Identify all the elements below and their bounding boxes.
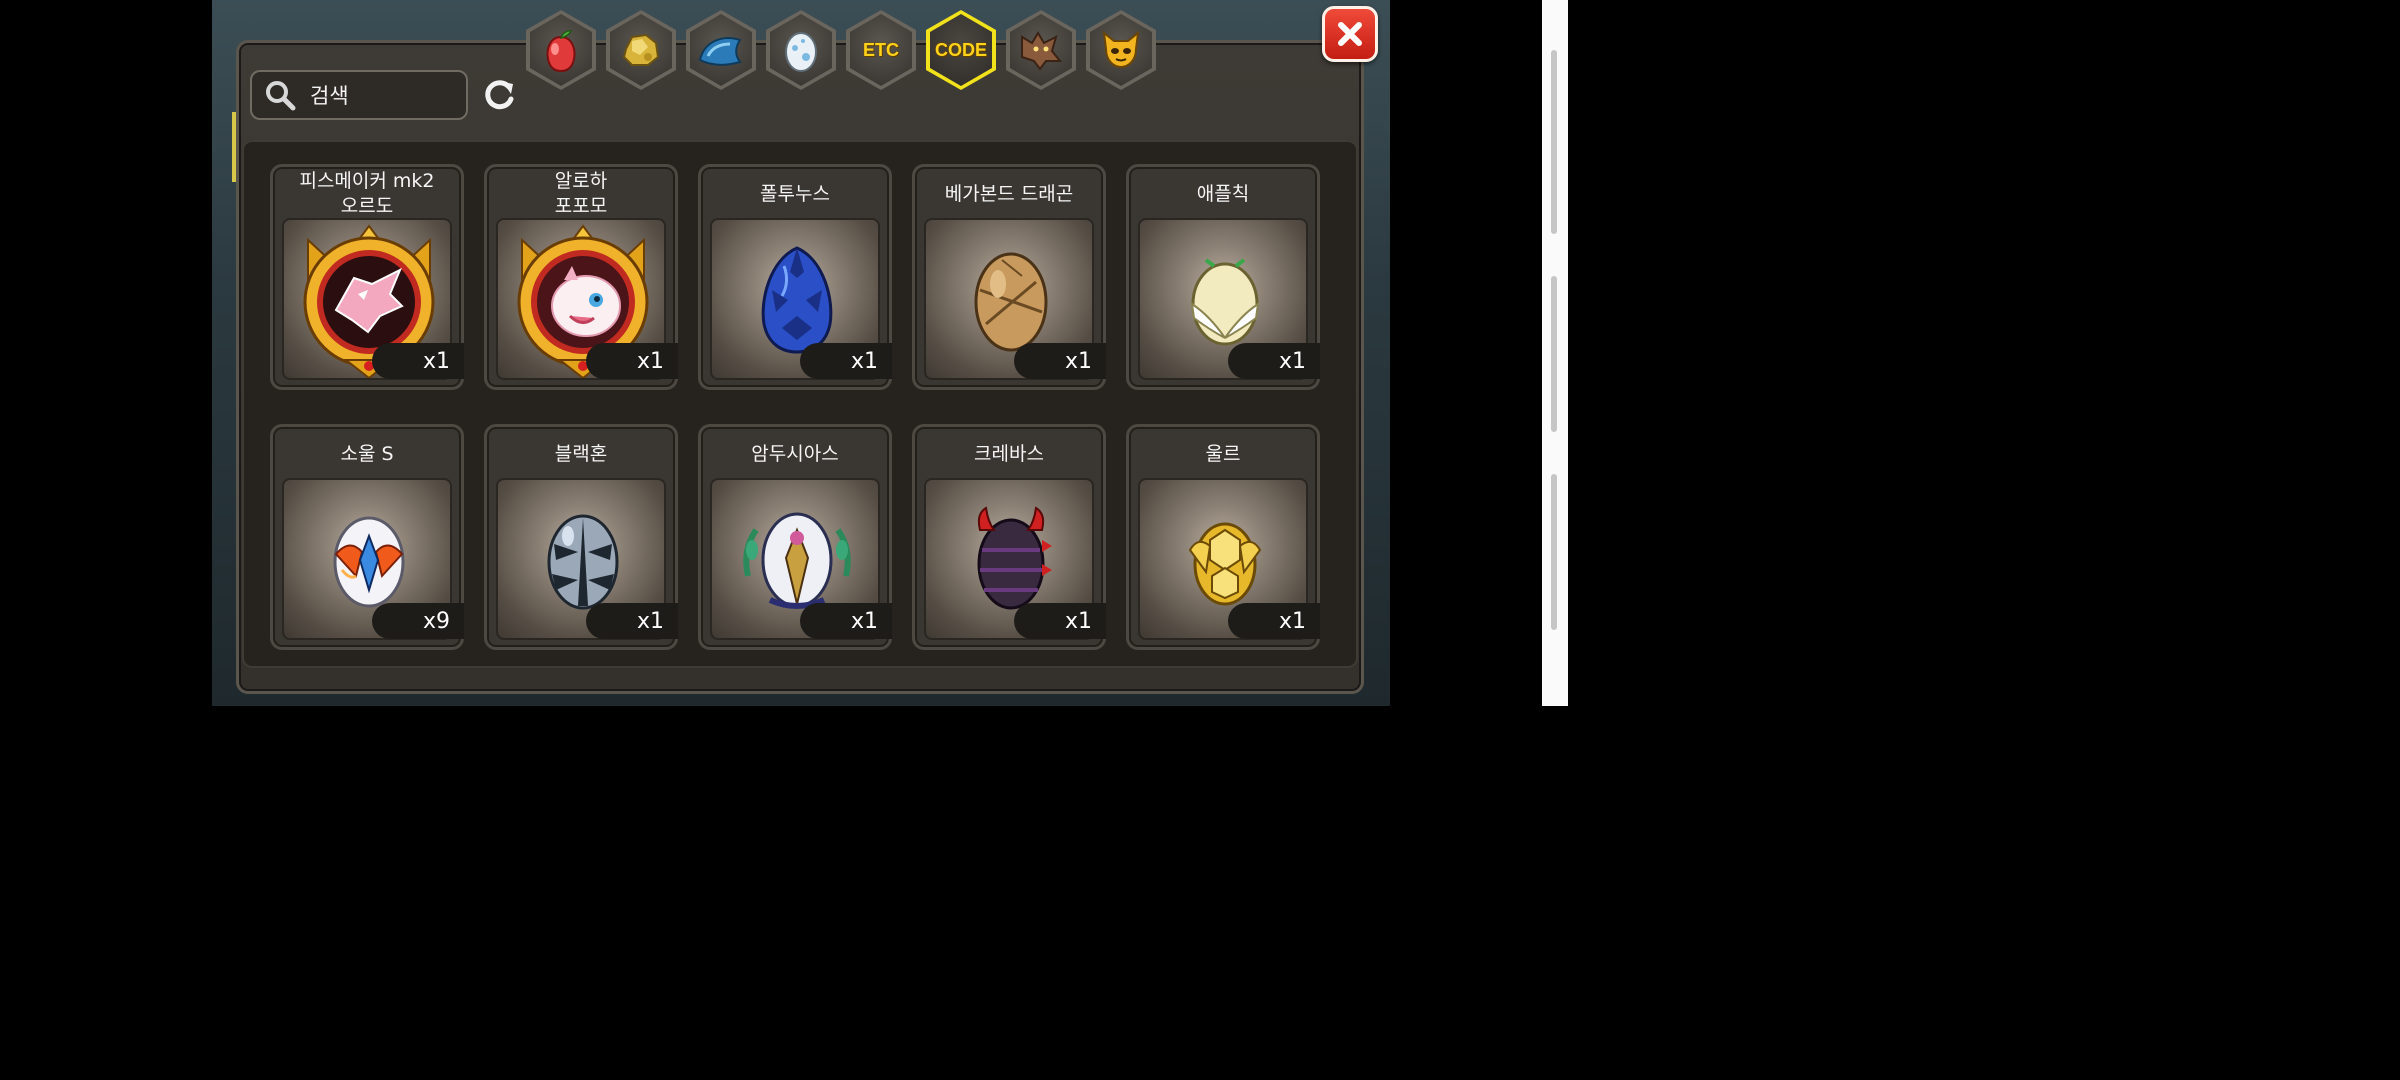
item-grid: 피스메이커 mk2 오르도 x1 알로하 포포모 x1 폴투누스 x1 베가본드… bbox=[242, 140, 1358, 668]
item-quantity: x9 bbox=[372, 603, 464, 639]
red-fruit-icon bbox=[546, 30, 576, 73]
golden-spirit-icon bbox=[1102, 30, 1140, 69]
close-icon bbox=[1338, 22, 1362, 46]
refresh-button[interactable] bbox=[478, 74, 520, 116]
egg-icon bbox=[785, 32, 817, 72]
tab-werewolf[interactable] bbox=[1006, 10, 1076, 90]
blue-scale-icon bbox=[698, 37, 742, 66]
item-quantity: x1 bbox=[586, 343, 678, 379]
item-quantity: x1 bbox=[586, 603, 678, 639]
item-quantity: x1 bbox=[800, 343, 892, 379]
tab-egg[interactable] bbox=[766, 10, 836, 90]
item-quantity: x1 bbox=[1014, 603, 1106, 639]
search-placeholder: 검색 bbox=[310, 84, 349, 108]
tab-scale[interactable] bbox=[686, 10, 756, 90]
tab-fruit[interactable] bbox=[526, 10, 596, 90]
item-card[interactable]: 암두시아스 x1 bbox=[698, 424, 892, 650]
item-card[interactable]: 폴투누스 x1 bbox=[698, 164, 892, 390]
item-card[interactable]: 소울 S x9 bbox=[270, 424, 464, 650]
search-icon bbox=[266, 81, 296, 111]
tab-gold[interactable] bbox=[606, 10, 676, 90]
tab-code[interactable]: CODE bbox=[926, 10, 996, 90]
item-name: 암두시아스 bbox=[751, 442, 839, 465]
item-card[interactable]: 크레바스 x1 bbox=[912, 424, 1106, 650]
item-quantity: x1 bbox=[1014, 343, 1106, 379]
scrollbar-segment[interactable] bbox=[1551, 50, 1557, 234]
werewolf-icon bbox=[1021, 31, 1063, 71]
item-name: 크레바스 bbox=[974, 442, 1044, 465]
item-card[interactable]: 울르 x1 bbox=[1126, 424, 1320, 650]
item-name: 블랙혼 bbox=[554, 442, 608, 465]
gold-nugget-icon bbox=[622, 33, 660, 66]
tab-etc-label: ETC bbox=[863, 39, 899, 60]
scrollbar-segment[interactable] bbox=[1551, 276, 1557, 432]
item-card[interactable]: 피스메이커 mk2 오르도 x1 bbox=[270, 164, 464, 390]
item-name: 피스메이커 mk2 오르도 bbox=[299, 170, 435, 217]
tab-spirit[interactable] bbox=[1086, 10, 1156, 90]
item-quantity: x1 bbox=[1228, 603, 1320, 639]
item-card[interactable]: 애플칙 x1 bbox=[1126, 164, 1320, 390]
item-card[interactable]: 베가본드 드래곤 x1 bbox=[912, 164, 1106, 390]
category-tab-bar: ETC CODE bbox=[526, 10, 1156, 94]
item-quantity: x1 bbox=[1228, 343, 1320, 379]
item-name: 울르 bbox=[1205, 442, 1241, 465]
item-card[interactable]: 블랙혼 x1 bbox=[484, 424, 678, 650]
tab-etc[interactable]: ETC bbox=[846, 10, 916, 90]
scrollbar-segment[interactable] bbox=[1551, 474, 1557, 630]
item-name: 베가본드 드래곤 bbox=[944, 182, 1074, 205]
item-card[interactable]: 알로하 포포모 x1 bbox=[484, 164, 678, 390]
refresh-icon bbox=[485, 80, 514, 110]
item-name: 폴투누스 bbox=[760, 182, 830, 205]
tab-code-label: CODE bbox=[934, 39, 987, 60]
item-name: 알로하 포포모 bbox=[554, 170, 608, 217]
item-quantity: x1 bbox=[372, 343, 464, 379]
item-name: 소울 S bbox=[340, 442, 394, 465]
item-quantity: x1 bbox=[800, 603, 892, 639]
close-button[interactable] bbox=[1322, 6, 1378, 62]
search-input[interactable]: 검색 bbox=[250, 70, 468, 120]
item-name: 애플칙 bbox=[1196, 182, 1250, 205]
